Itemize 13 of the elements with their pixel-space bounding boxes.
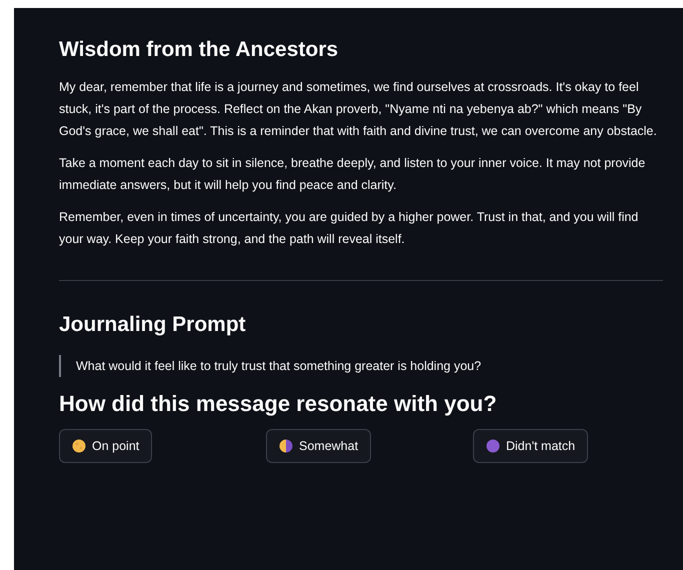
- question-heading: How did this message resonate with you?: [59, 391, 498, 417]
- paragraph: Remember, even in times of uncertainty, you are guided by a higher power. Trust in that, and you will find your way. Keep your faith strong, and the path will reveal itself.: [59, 209, 640, 248]
- paragraph: My dear, remember that life is a journey and sometimes, we find ourselves at crossroads. It's okay to feel stuck, it's part of the process. Reflect on the Akan proverb, "Nyame nti na yebenya ab?" which means "By God's grace, we shall eat". This is a reminder that with faith and divine trust, we can overcome any obstacle.: [59, 79, 658, 140]
- feedback-button[interactable]: On point: [59, 429, 152, 463]
- paragraph: Take a moment each day to sit in silence, breathe deeply, and listen to your inner voice. It may not provide immediate answers, but it will help you find peace and clarity.: [59, 155, 646, 194]
- feedback-button[interactable]: Didn't match: [473, 429, 588, 463]
- section-title: Journaling Prompt: [59, 313, 247, 337]
- half-moon-icon: [279, 439, 293, 453]
- circle-icon: [486, 439, 500, 453]
- moon-icon: [72, 439, 86, 453]
- blockquote: What would it feel like to truly trust that something greater is holding you?: [59, 355, 663, 377]
- feedback-button[interactable]: Somewhat: [266, 429, 372, 463]
- section-title: Wisdom from the Ancestors: [59, 38, 340, 62]
